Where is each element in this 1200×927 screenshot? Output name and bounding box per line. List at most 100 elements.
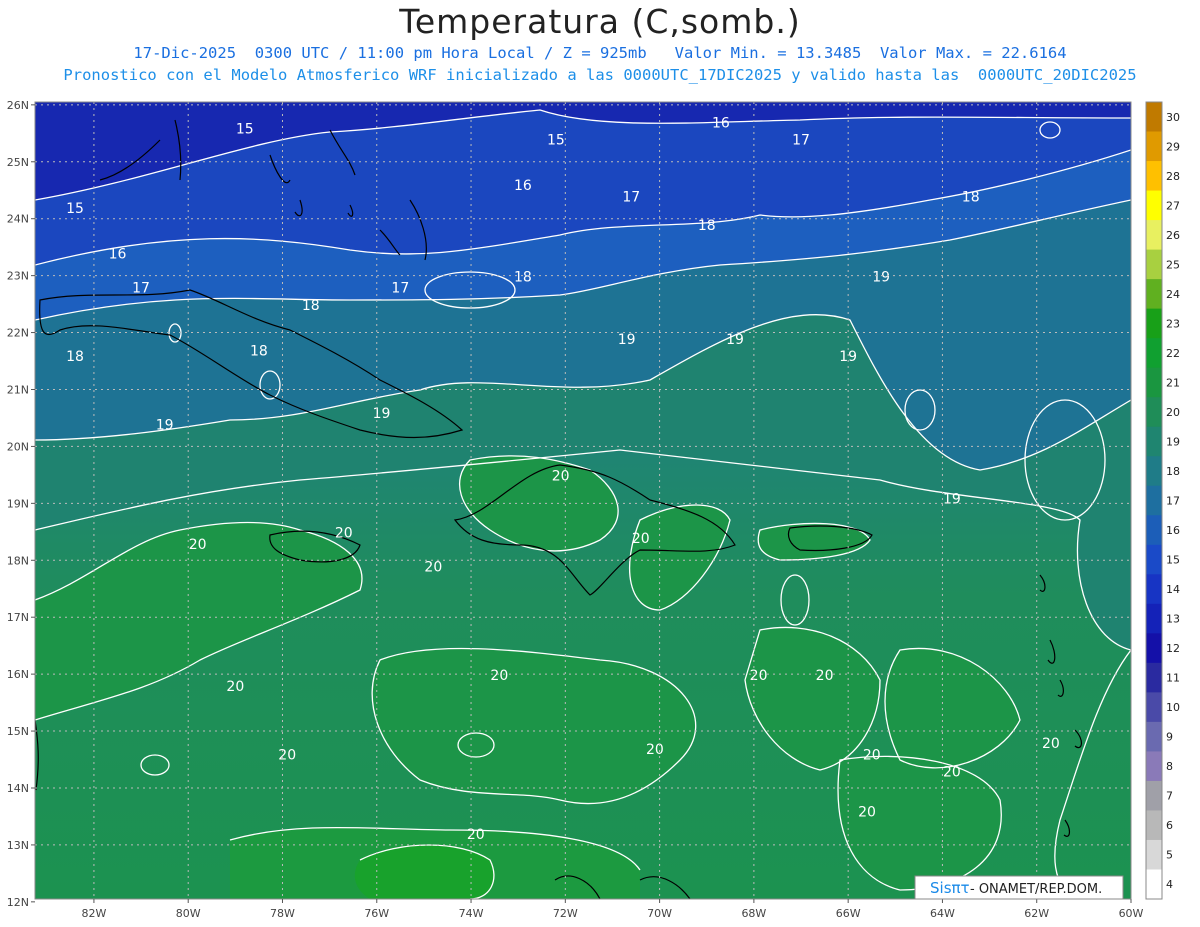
- colorbar-swatch: [1146, 190, 1162, 221]
- contour-label: 18: [66, 349, 84, 365]
- colorbar-swatch: [1146, 456, 1162, 487]
- colorbar-swatch: [1146, 633, 1162, 664]
- colorbar-swatch: [1146, 308, 1162, 339]
- colorbar-swatch: [1146, 161, 1162, 192]
- lat-label: 22N: [7, 327, 29, 340]
- lat-label: 17N: [7, 611, 29, 624]
- contour-label: 20: [1042, 736, 1060, 752]
- colorbar-label: 26: [1166, 229, 1180, 242]
- contour-label: 19: [943, 491, 961, 507]
- contour-label: 20: [335, 526, 353, 542]
- contour-label: 17: [792, 133, 810, 149]
- lon-label: 66W: [836, 907, 861, 920]
- contour-label: 20: [226, 679, 244, 695]
- temperature-map: 15 15 15 16 16 16 17 17 17 17 18 18 18 18 18 18 19 19 19 19…: [7, 99, 1180, 920]
- colorbar-label: 27: [1166, 199, 1180, 212]
- lon-label: 70W: [647, 907, 672, 920]
- colorbar-swatch: [1146, 780, 1162, 811]
- contour-label: 19: [156, 417, 174, 433]
- contour-label: 18: [698, 218, 716, 234]
- contour-label: 20: [863, 748, 881, 764]
- contour-label: 15: [547, 133, 565, 149]
- contour-label: 15: [66, 201, 84, 217]
- colorbar-label: 22: [1166, 347, 1180, 360]
- lon-label: 60W: [1119, 907, 1144, 920]
- contour-label: 20: [189, 537, 207, 553]
- colorbar-swatch: [1146, 397, 1162, 428]
- contour-label: 16: [109, 247, 127, 263]
- contour-label: 20: [816, 668, 834, 684]
- colorbar-swatch: [1146, 662, 1162, 693]
- colorbar-label: 19: [1166, 435, 1180, 448]
- lat-label: 12N: [7, 896, 29, 909]
- colorbar-label: 17: [1166, 495, 1180, 508]
- colorbar-label: 20: [1166, 406, 1180, 419]
- colorbar-swatch: [1146, 249, 1162, 280]
- colorbar-label: 23: [1166, 317, 1180, 330]
- colorbar-label: 16: [1166, 524, 1180, 537]
- contour-label: 18: [302, 298, 320, 314]
- contour-label: 20: [750, 668, 768, 684]
- colorbar-label: 4: [1166, 878, 1173, 891]
- contour-label: 20: [646, 742, 664, 758]
- colorbar-label: 12: [1166, 642, 1180, 655]
- colorbar-label: 9: [1166, 731, 1173, 744]
- colorbar-swatch: [1146, 131, 1162, 162]
- lon-label: 68W: [741, 907, 766, 920]
- colorbar-swatch: [1146, 338, 1162, 369]
- colorbar-label: 30: [1166, 111, 1180, 124]
- lon-label: 62W: [1024, 907, 1049, 920]
- contour-label: 17: [622, 190, 640, 206]
- sispi-logo: Sisπτ: [930, 879, 970, 897]
- contour-label: 20: [278, 748, 296, 764]
- colorbar-swatch: [1146, 544, 1162, 575]
- lon-label: 72W: [553, 907, 578, 920]
- colorbar-swatch: [1146, 426, 1162, 457]
- lat-label: 18N: [7, 554, 29, 567]
- contour-label: 18: [250, 343, 268, 359]
- colorbar-swatch: [1146, 721, 1162, 752]
- lat-label: 15N: [7, 725, 29, 738]
- colorbar-label: 13: [1166, 613, 1180, 626]
- colorbar-swatch: [1146, 220, 1162, 251]
- colorbar-swatch: [1146, 515, 1162, 546]
- lon-label: 82W: [81, 907, 106, 920]
- colorbar-label: 18: [1166, 465, 1180, 478]
- colorbar-swatch: [1146, 869, 1162, 900]
- colorbar-label: 11: [1166, 672, 1180, 685]
- contour-label: 20: [467, 827, 485, 843]
- map-field: 15 15 15 16 16 16 17 17 17 17 18 18 18 18 18 18 19 19 19 19…: [35, 102, 1131, 899]
- contour-label: 16: [514, 178, 532, 194]
- contour-label: 17: [132, 281, 150, 297]
- lat-label: 13N: [7, 839, 29, 852]
- colorbar-label: 8: [1166, 760, 1173, 773]
- lon-label: 80W: [176, 907, 201, 920]
- contour-label: 19: [618, 332, 636, 348]
- colorbar-label: 25: [1166, 258, 1180, 271]
- colorbar-swatch: [1146, 574, 1162, 605]
- longitude-labels: 82W 80W 78W 76W 74W 72W 70W 68W 66W 64W 62W 60W: [81, 899, 1144, 920]
- contour-label: 19: [872, 269, 890, 285]
- lat-label: 19N: [7, 497, 29, 510]
- contour-label: 20: [490, 668, 508, 684]
- lat-label: 24N: [7, 213, 29, 226]
- colorbar: 30 29 28 27 26 25 24 23 22 21 20 19 18 17 16 15 14 13 12 11…: [1145, 101, 1180, 900]
- credit-text: - ONAMET/REP.DOM.: [970, 882, 1102, 897]
- colorbar-label: 5: [1166, 849, 1173, 862]
- lon-label: 76W: [364, 907, 389, 920]
- colorbar-swatch: [1146, 102, 1162, 133]
- latitude-labels: 26N 25N 24N 23N 22N 21N 20N 19N 18N 17N 16N 15N 14N 1…: [7, 99, 35, 909]
- contour-label: 20: [424, 560, 442, 576]
- colorbar-label: 28: [1166, 170, 1180, 183]
- colorbar-swatch: [1146, 839, 1162, 870]
- lat-label: 14N: [7, 782, 29, 795]
- colorbar-label: 24: [1166, 288, 1180, 301]
- lat-label: 16N: [7, 668, 29, 681]
- lon-label: 78W: [270, 907, 295, 920]
- colorbar-swatch: [1146, 367, 1162, 398]
- contour-label: 20: [552, 469, 570, 485]
- credit-box: Sisπτ - ONAMET/REP.DOM.: [914, 875, 1124, 900]
- lat-label: 20N: [7, 440, 29, 453]
- colorbar-swatch: [1146, 279, 1162, 310]
- colorbar-label: 29: [1166, 140, 1180, 153]
